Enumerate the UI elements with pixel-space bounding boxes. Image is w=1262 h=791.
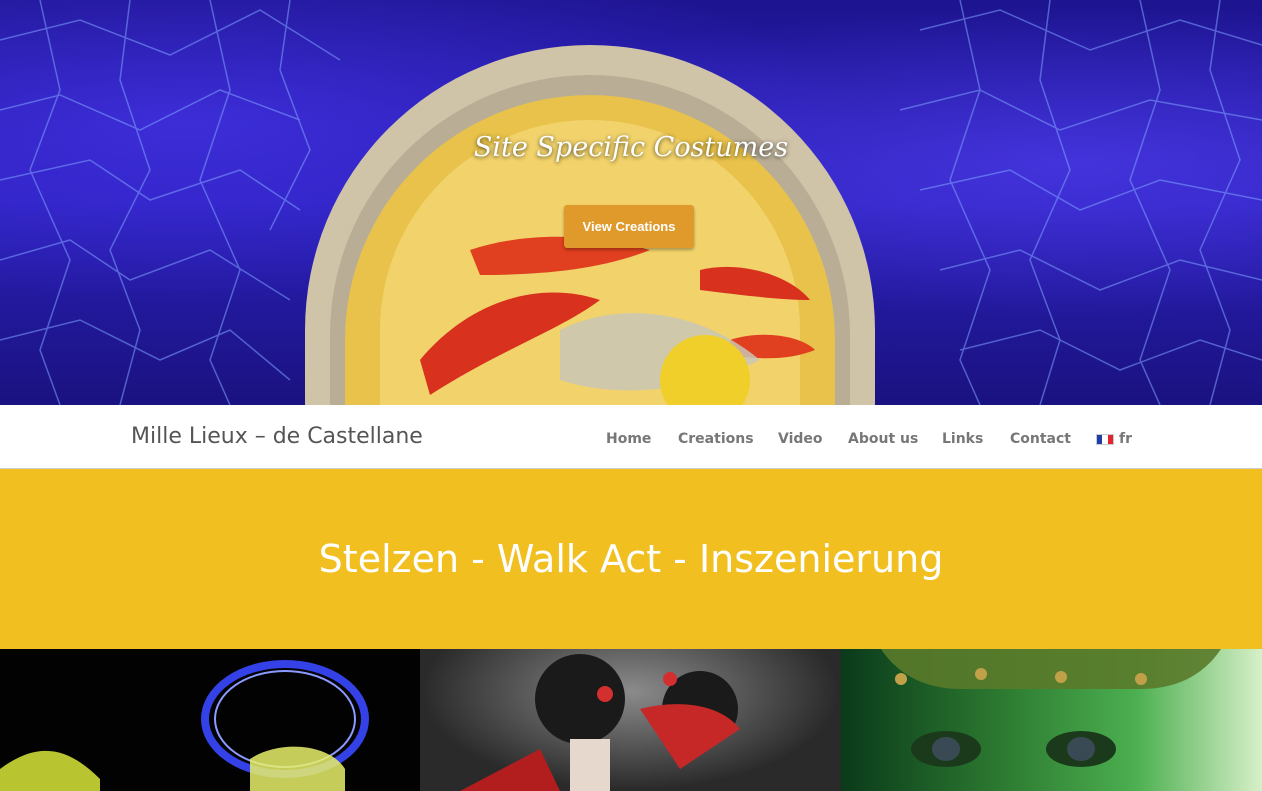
language-label: fr — [1119, 431, 1132, 447]
nav-item-video[interactable]: Video — [778, 431, 823, 447]
nav-item-contact[interactable]: Contact — [1010, 431, 1071, 447]
hero-mosaic-image — [0, 0, 1262, 405]
main-nav: Home Creations Video About us Links Cont… — [0, 431, 1262, 451]
nav-item-links[interactable]: Links — [942, 431, 983, 447]
flag-france-icon — [1096, 433, 1114, 445]
nav-item-home[interactable]: Home — [606, 431, 651, 447]
site-header: Mille Lieux – de Castellane Home Creatio… — [0, 405, 1262, 469]
hero-title: Site Specific Costumes — [473, 132, 789, 163]
gallery-tiles — [0, 649, 1262, 791]
hero-banner: Site Specific Costumes View Creations — [0, 0, 1262, 405]
tagline-band: Stelzen - Walk Act - Inszenierung — [0, 469, 1262, 649]
gallery-tile-geisha-costumes[interactable] — [420, 649, 841, 791]
view-creations-button[interactable]: View Creations — [564, 205, 694, 248]
nav-item-creations[interactable]: Creations — [678, 431, 754, 447]
tagline-heading: Stelzen - Walk Act - Inszenierung — [318, 537, 944, 581]
nav-item-about-us[interactable]: About us — [848, 431, 918, 447]
language-switcher[interactable]: fr — [1096, 431, 1132, 447]
gallery-tile-light-performance[interactable] — [0, 649, 420, 791]
gallery-tile-green-face-paint[interactable] — [841, 649, 1262, 791]
